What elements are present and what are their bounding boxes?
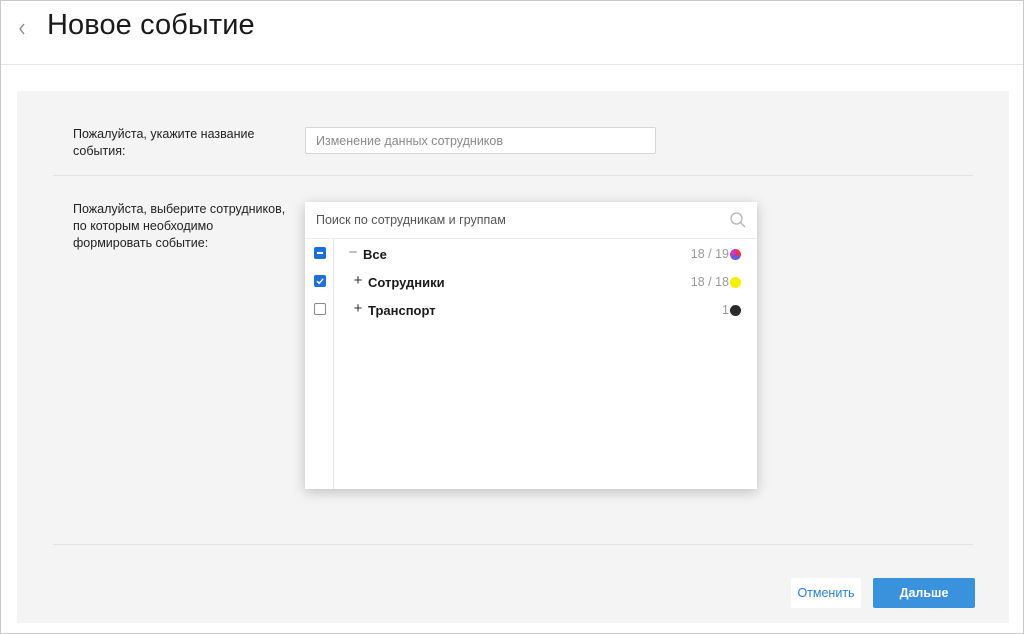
- tree-row-transport[interactable]: + Транспорт 1: [334, 297, 757, 323]
- group-color-dot: [730, 249, 741, 260]
- form-panel: Пожалуйста, укажите название события: По…: [17, 91, 1009, 623]
- tree-row-all[interactable]: − Все 18 / 19: [334, 241, 757, 267]
- divider: [53, 544, 973, 545]
- back-button[interactable]: [13, 17, 31, 41]
- group-color-dot: [730, 277, 741, 288]
- page-title: Новое событие: [47, 9, 255, 41]
- page-header: Новое событие: [1, 1, 1023, 65]
- tree-row-label: Все: [363, 247, 387, 262]
- checkbox-column: [305, 239, 334, 489]
- checkbox-transport[interactable]: [314, 303, 326, 315]
- expand-toggle[interactable]: +: [351, 273, 365, 289]
- checkmark-icon: [316, 278, 324, 285]
- tree-row-count: 18 / 18: [690, 275, 729, 289]
- employee-picker: − Все 18 / 19 + Сотрудники 18 / 18 + Тра…: [305, 202, 757, 489]
- next-button[interactable]: Дальше: [873, 578, 975, 608]
- event-name-input[interactable]: [305, 127, 656, 154]
- group-color-dot: [730, 305, 741, 316]
- tree-row-label: Транспорт: [368, 303, 436, 318]
- tree-row-count: 1: [722, 303, 729, 317]
- tree-row-label: Сотрудники: [368, 275, 445, 290]
- expand-toggle[interactable]: +: [351, 301, 365, 317]
- picker-search-bar: [305, 202, 757, 239]
- divider: [53, 175, 973, 176]
- checkbox-all[interactable]: [314, 247, 326, 259]
- search-icon[interactable]: [729, 211, 747, 229]
- employees-label: Пожалуйста, выберите сотрудников, по кот…: [73, 202, 286, 250]
- app-window: Новое событие Пожалуйста, укажите назван…: [0, 0, 1024, 634]
- event-name-label: Пожалуйста, укажите название события:: [73, 127, 255, 158]
- checkbox-employees[interactable]: [314, 275, 326, 287]
- collapse-toggle[interactable]: −: [346, 245, 360, 261]
- chevron-left-icon: [19, 23, 25, 35]
- cancel-button[interactable]: Отменить: [791, 578, 861, 608]
- picker-search-input[interactable]: [305, 202, 725, 238]
- tree-row-count: 18 / 19: [690, 247, 729, 261]
- tree-row-employees[interactable]: + Сотрудники 18 / 18: [334, 269, 757, 295]
